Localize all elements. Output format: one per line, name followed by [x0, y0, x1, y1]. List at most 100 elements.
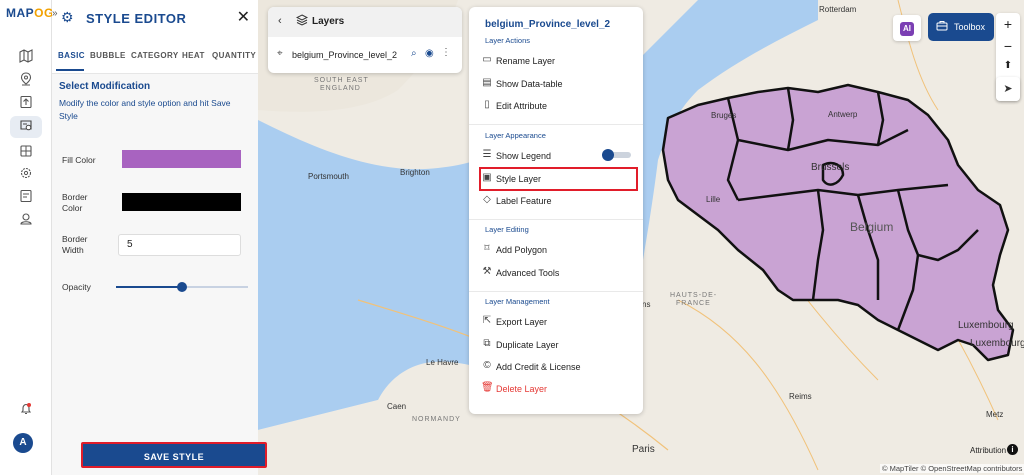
- logo-text-b: OG: [34, 6, 54, 20]
- section-title: Select Modification: [59, 81, 151, 92]
- fill-color-swatch[interactable]: [122, 150, 241, 168]
- layer-row[interactable]: ⌖ belgium_Province_level_2 ⌕ ◉ ⋮: [268, 45, 462, 65]
- menu-delete-layer[interactable]: 🗑 Delete Layer: [479, 379, 635, 399]
- border-width-label-line2: Width: [62, 245, 84, 255]
- collapse-arrows-icon[interactable]: »: [52, 8, 58, 19]
- zoom-to-layer-icon[interactable]: ⌕: [411, 48, 417, 59]
- copyright-icon: ©: [483, 360, 491, 371]
- tag-icon: ◇: [483, 194, 491, 205]
- map-label-brussels: Brussels: [811, 162, 850, 173]
- map-label-reims: Reims: [789, 392, 812, 401]
- legend-toggle[interactable]: [602, 149, 631, 161]
- bell-icon[interactable]: [17, 402, 35, 420]
- border-width-input[interactable]: 5: [118, 234, 241, 256]
- menu-rename-layer[interactable]: ▭ Rename Layer: [479, 51, 635, 71]
- menu-label-feature[interactable]: ◇ Label Feature: [479, 191, 635, 211]
- zoom-in-button[interactable]: +: [996, 13, 1020, 35]
- style-tabs: BASIC BUBBLE CATEGORY HEAT QUANTITY: [52, 36, 258, 74]
- save-style-button[interactable]: SAVE STYLE: [81, 442, 267, 468]
- map-label-fragment: ns: [642, 300, 651, 309]
- map-label-caen: Caen: [387, 402, 407, 411]
- settings-icon[interactable]: [17, 166, 35, 184]
- location-pin-icon[interactable]: [17, 72, 35, 90]
- tab-category[interactable]: CATEGORY: [131, 51, 179, 60]
- ai-assistant-button[interactable]: AI: [893, 15, 921, 41]
- avatar[interactable]: A: [13, 433, 33, 453]
- style-layer-highlight-box: [479, 167, 638, 191]
- layers-icon: [295, 14, 309, 29]
- zoom-out-button[interactable]: −: [996, 35, 1020, 57]
- tab-bubble[interactable]: BUBBLE: [90, 51, 126, 60]
- legend-toggle-knob: [602, 149, 614, 161]
- border-color-swatch[interactable]: [122, 193, 241, 211]
- document-icon: ▯: [484, 99, 490, 110]
- menu-divider: [469, 124, 643, 125]
- style-editor-header: » ⚙ STYLE EDITOR ✕: [52, 0, 258, 36]
- attribution-label[interactable]: Attribution: [970, 446, 1006, 455]
- more-options-icon[interactable]: ⋮: [441, 47, 451, 58]
- table-icon: ▤: [482, 77, 492, 88]
- layers-title: Layers: [312, 16, 345, 27]
- layers-header: ‹ Layers: [268, 7, 462, 37]
- rename-icon: ▭: [482, 54, 492, 65]
- menu-credit-label: Add Credit & License: [496, 362, 581, 372]
- tab-quantity[interactable]: QUANTITY: [212, 51, 256, 60]
- copy-icon: ⧉: [483, 338, 491, 349]
- map-label-south-east-england-1: SOUTH EAST: [314, 77, 369, 84]
- map-label-antwerp: Antwerp: [828, 110, 858, 119]
- locate-me-icon[interactable]: ➤: [996, 77, 1020, 101]
- image-gallery-icon[interactable]: [17, 144, 35, 162]
- menu-duplicate-layer[interactable]: ⧉ Duplicate Layer: [479, 335, 635, 355]
- menu-add-polygon[interactable]: ⌑ Add Polygon: [479, 240, 635, 260]
- tab-heat[interactable]: HEAT: [182, 51, 205, 60]
- menu-divider: [469, 291, 643, 292]
- close-icon[interactable]: ✕: [237, 7, 250, 27]
- menu-legend-label: Show Legend: [496, 151, 552, 161]
- compass-icon[interactable]: ⬆: [996, 55, 1020, 77]
- map-icon[interactable]: [17, 49, 35, 67]
- toolbox-button[interactable]: Toolbox: [928, 13, 994, 41]
- map-label-rotterdam: Rotterdam: [819, 5, 857, 14]
- polygon-icon: ⌑: [484, 243, 490, 254]
- map-label-hauts-de-france-2: FRANCE: [676, 300, 711, 307]
- map-label-metz: Metz: [986, 410, 1004, 419]
- menu-advanced-tools[interactable]: ⚒ Advanced Tools: [479, 263, 635, 283]
- tab-basic[interactable]: BASIC: [58, 51, 85, 60]
- opacity-slider-fill: [116, 286, 182, 288]
- map-label-normandy: NORMANDY: [412, 416, 461, 423]
- logo-text-a: MAP: [6, 6, 35, 20]
- menu-export-layer[interactable]: ⇱ Export Layer: [479, 312, 635, 332]
- menu-add-credit[interactable]: © Add Credit & License: [479, 357, 635, 377]
- layer-name: belgium_Province_level_2: [292, 50, 398, 60]
- info-icon[interactable]: i: [1007, 444, 1018, 455]
- stamp-icon[interactable]: [17, 212, 35, 230]
- layers-panel: ‹ Layers ⌖ belgium_Province_level_2 ⌕ ◉ …: [268, 7, 462, 73]
- polygon-geometry-icon: ⌖: [277, 48, 283, 59]
- menu-show-datatable[interactable]: ▤ Show Data-table: [479, 74, 635, 94]
- opacity-label: Opacity: [62, 282, 91, 292]
- map-label-bruges: Bruges: [711, 111, 737, 120]
- active-tab-indicator: [56, 69, 84, 71]
- upload-icon[interactable]: [17, 95, 35, 113]
- opacity-slider-thumb[interactable]: [177, 282, 187, 292]
- map-label-paris: Paris: [632, 444, 655, 455]
- back-chevron-icon[interactable]: ‹: [278, 15, 282, 27]
- layers-settings-icon[interactable]: [10, 116, 42, 138]
- menu-label-feature-label: Label Feature: [496, 196, 552, 206]
- menu-delete-label: Delete Layer: [496, 384, 548, 394]
- fill-color-label: Fill Color: [62, 155, 96, 165]
- mapog-logo[interactable]: MAPOG: [6, 6, 54, 20]
- visibility-eye-icon[interactable]: ◉: [425, 48, 434, 59]
- menu-advanced-label: Advanced Tools: [496, 268, 560, 278]
- border-color-label-line1: Border: [62, 192, 88, 202]
- menu-edit-attribute[interactable]: ▯ Edit Attribute: [479, 96, 635, 116]
- export-icon: ⇱: [482, 315, 492, 326]
- checklist-icon[interactable]: [17, 189, 35, 207]
- border-width-label-line1: Border: [62, 234, 88, 244]
- gear-icon: ⚙: [61, 9, 74, 25]
- map-label-brighton: Brighton: [400, 168, 430, 177]
- map-label-le-havre: Le Havre: [426, 358, 459, 367]
- opacity-slider[interactable]: [116, 282, 248, 292]
- menu-edit-attr-label: Edit Attribute: [496, 101, 548, 111]
- trash-icon: 🗑: [481, 382, 494, 393]
